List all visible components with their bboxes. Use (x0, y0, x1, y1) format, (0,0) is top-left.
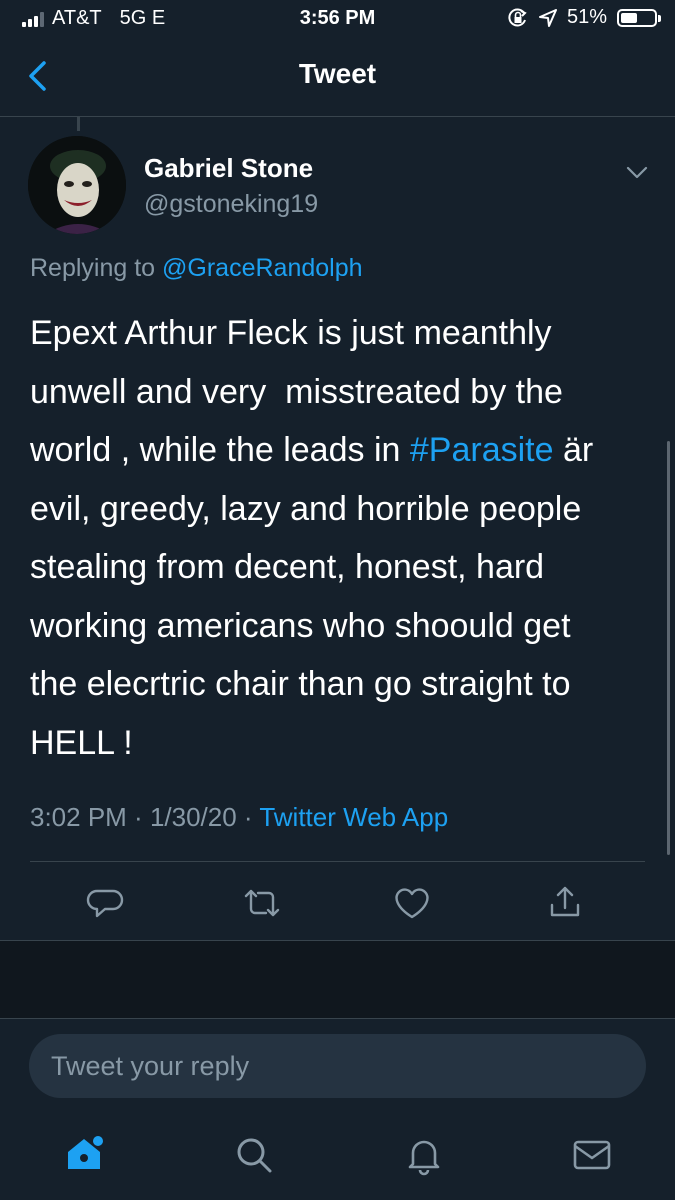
share-icon[interactable] (545, 883, 585, 923)
tweet-time: 3:02 PM (30, 802, 127, 832)
meta-separator: · (126, 802, 150, 832)
tweet-source-link[interactable]: Twitter Web App (259, 802, 448, 832)
scrollbar[interactable] (667, 441, 670, 855)
search-icon[interactable] (232, 1133, 276, 1177)
page-title: Tweet (298, 58, 377, 89)
text-segment: HELL ! (30, 723, 133, 762)
replying-to: Replying to @GraceRandolph (30, 254, 363, 283)
thread-line (77, 117, 80, 131)
divider (30, 861, 645, 862)
reply-icon[interactable] (85, 883, 125, 923)
text-segment: evil, greedy, lazy and horrible people (30, 489, 582, 528)
messages-icon[interactable] (570, 1133, 614, 1177)
battery-percent: 51% (566, 6, 607, 28)
tweet-text-line: stealing from decent, honest, hard (30, 538, 650, 597)
battery-icon (617, 8, 661, 27)
tweet-meta: 3:02 PM · 1/30/20 · Twitter Web App (30, 802, 448, 833)
avatar-image (28, 136, 126, 234)
text-segment: world , while the leads in (30, 431, 410, 469)
status-right: 51% (507, 6, 661, 29)
text-segment: the elecrtric chair than go straight to (30, 665, 571, 703)
text-segment: working americans who shoould get (30, 606, 571, 645)
retweet-icon[interactable] (242, 883, 282, 923)
tweet-text-line: HELL ! (30, 714, 650, 773)
meta-separator: · (236, 802, 260, 832)
reply-input[interactable] (29, 1034, 646, 1098)
tweet-text-line: world , while the leads in #Parasite är (30, 421, 650, 480)
like-icon[interactable] (392, 883, 432, 923)
tweet-text-line: working americans who shoould get (30, 597, 650, 656)
location-icon (538, 8, 557, 27)
mention-link[interactable]: @GraceRandolph (162, 254, 363, 282)
avatar[interactable] (28, 136, 126, 234)
home-icon[interactable] (62, 1133, 106, 1177)
author-handle[interactable]: @gstoneking19 (144, 190, 318, 219)
tweet-text-line: evil, greedy, lazy and horrible people (30, 480, 650, 539)
orientation-lock-icon (508, 8, 527, 26)
tweet-text: Epext Arthur Fleck is just meanthly unwe… (30, 304, 650, 772)
text-segment: stealing from decent, honest, hard (30, 548, 545, 586)
text-segment: är (553, 431, 594, 469)
notifications-icon[interactable] (402, 1133, 446, 1177)
status-bar: AT&T 5G E 3:56 PM 51% (0, 0, 675, 38)
tweet-date: 1/30/20 (149, 802, 237, 832)
battery-level (621, 12, 638, 23)
divider (0, 1018, 675, 1019)
tweet-text-line: unwell and very misstreated by the (30, 363, 650, 422)
tweet-text-line: Epext Arthur Fleck is just meanthly (30, 304, 650, 363)
chevron-down-icon[interactable] (622, 157, 652, 187)
hashtag-link[interactable]: #Parasite (410, 431, 554, 469)
text-segment: Epext Arthur Fleck is just meanthly (30, 314, 552, 352)
nav-bar: Tweet (0, 38, 675, 117)
replying-to-label: Replying to (30, 254, 163, 282)
reply-composer[interactable] (29, 1034, 646, 1098)
tweet-text-line: the elecrtric chair than go straight to (30, 655, 650, 714)
author-name[interactable]: Gabriel Stone (144, 153, 313, 184)
text-segment: unwell and very misstreated by the (30, 372, 563, 411)
replies-placeholder (0, 941, 675, 1018)
